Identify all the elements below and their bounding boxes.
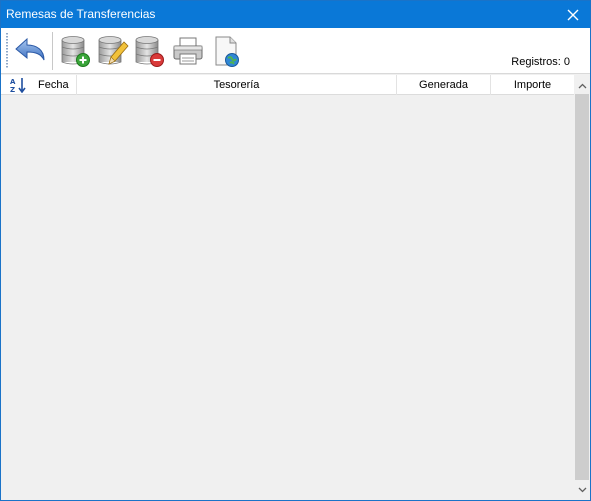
- toolbar: Registros: 0: [1, 28, 590, 74]
- svg-text:A: A: [10, 78, 16, 86]
- export-web-button[interactable]: [208, 32, 244, 70]
- vertical-scrollbar[interactable]: [574, 75, 590, 500]
- chevron-up-icon: [578, 83, 586, 88]
- column-fecha[interactable]: A Z Fecha: [1, 75, 77, 95]
- scroll-down-button[interactable]: [574, 481, 590, 498]
- column-importe[interactable]: Importe: [491, 75, 574, 95]
- record-count: Registros: 0: [511, 56, 570, 68]
- database-delete-icon: [135, 36, 164, 67]
- scroll-thumb[interactable]: [575, 94, 589, 480]
- column-tesoreria[interactable]: Tesorería: [77, 75, 397, 95]
- document-globe-icon: [215, 36, 239, 67]
- column-header-label: Tesorería: [213, 79, 260, 91]
- column-header-label: Generada: [419, 79, 468, 91]
- svg-text:Z: Z: [10, 86, 15, 93]
- grid-header: A Z Fecha Tesorería Generada Importe: [1, 75, 574, 95]
- column-header-label: Fecha: [38, 79, 69, 91]
- title-bar[interactable]: Remesas de Transferencias: [1, 1, 590, 28]
- back-button[interactable]: [12, 32, 48, 70]
- column-generada[interactable]: Generada: [397, 75, 491, 95]
- add-record-button[interactable]: [57, 32, 93, 70]
- print-button[interactable]: [170, 32, 206, 70]
- close-icon: [567, 9, 579, 20]
- database-edit-icon: [98, 36, 129, 65]
- scroll-up-button[interactable]: [574, 77, 590, 94]
- undo-arrow-icon: [15, 37, 45, 61]
- database-add-icon: [61, 36, 90, 67]
- printer-icon: [173, 37, 203, 65]
- sort-az-icon: A Z: [10, 78, 26, 94]
- close-button[interactable]: [556, 1, 590, 28]
- edit-record-button[interactable]: [94, 32, 130, 70]
- sort-button[interactable]: A Z: [10, 77, 30, 94]
- delete-record-button[interactable]: [131, 32, 167, 70]
- toolbar-grip[interactable]: [6, 33, 8, 69]
- toolbar-separator: [52, 32, 53, 70]
- remesas-window: Remesas de Transferencias Registros: 0 A…: [0, 0, 591, 501]
- grid-body[interactable]: [1, 96, 574, 500]
- window-title: Remesas de Transferencias: [6, 7, 156, 21]
- chevron-down-icon: [578, 487, 586, 492]
- column-header-label: Importe: [513, 79, 552, 91]
